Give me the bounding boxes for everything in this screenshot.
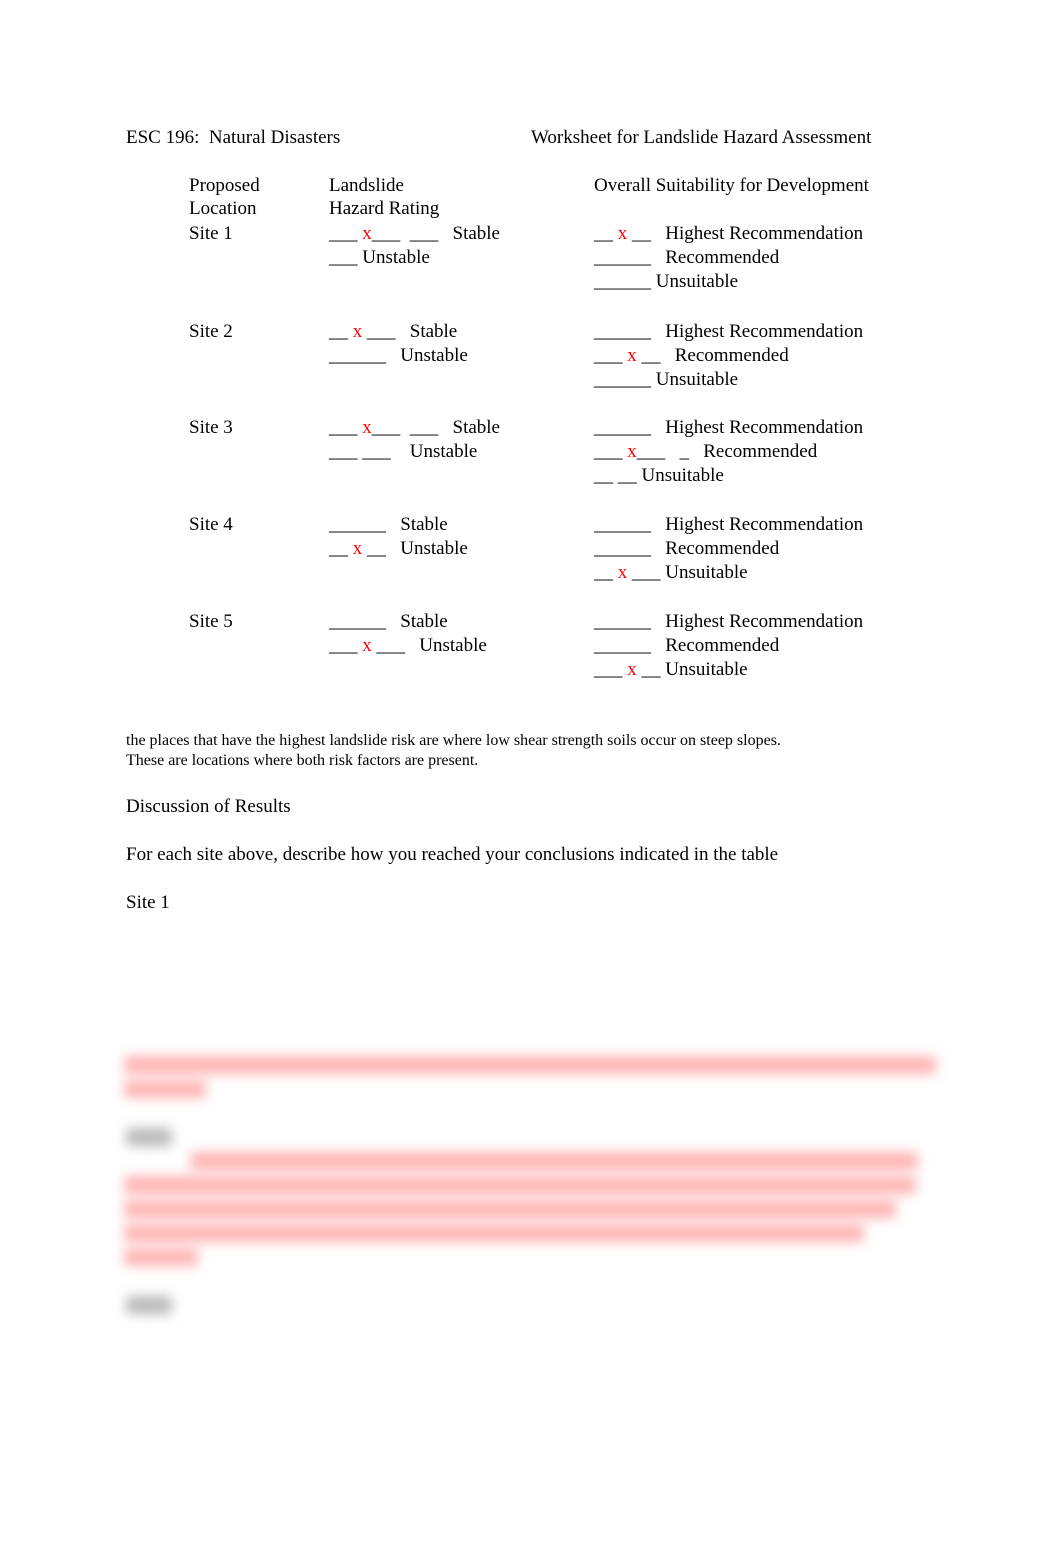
site-1-discussion-label: Site 1 bbox=[126, 892, 170, 913]
hazard-option: ___ x ___ Unstable bbox=[329, 634, 487, 658]
suitability-option: ______ Recommended bbox=[594, 634, 779, 658]
redacted-text-line bbox=[124, 1080, 206, 1098]
site-label: Site 4 bbox=[189, 514, 233, 535]
suitability-option: ___ x __ Recommended bbox=[594, 344, 789, 368]
selection-mark: x bbox=[617, 223, 628, 244]
selection-mark: x bbox=[362, 223, 372, 244]
hazard-option: ______ Stable bbox=[329, 513, 448, 537]
selection-mark: x bbox=[617, 562, 628, 583]
option-text: __ Recommended bbox=[636, 345, 789, 366]
selection-mark: x bbox=[627, 659, 637, 680]
suitability-option: ___ x___ _ Recommended bbox=[594, 440, 817, 464]
redacted-site-label bbox=[126, 1128, 172, 1146]
option-text: __ bbox=[594, 562, 618, 583]
option-text: __ bbox=[594, 223, 618, 244]
selection-mark: x bbox=[362, 417, 372, 438]
redacted-text-line bbox=[124, 1248, 198, 1266]
site-label: Site 3 bbox=[189, 417, 233, 438]
selection-mark: x bbox=[352, 321, 363, 342]
discussion-heading: Discussion of Results bbox=[126, 796, 291, 817]
col-header-location-2: Location bbox=[189, 198, 257, 219]
note-line-2: These are locations where both risk fact… bbox=[126, 752, 479, 769]
discussion-prompt: For each site above, describe how you re… bbox=[126, 844, 779, 865]
site-label: Site 5 bbox=[189, 611, 233, 632]
option-text: ______ Recommended bbox=[594, 635, 780, 656]
option-text: ______ Recommended bbox=[594, 247, 780, 268]
option-text: ______ Stable bbox=[329, 611, 448, 632]
option-text: ______ Highest Recommendation bbox=[594, 321, 864, 342]
option-text: ___ Unsuitable bbox=[627, 562, 748, 583]
suitability-option: __ x __ Highest Recommendation bbox=[594, 222, 863, 246]
option-text: ___ ___ Stable bbox=[371, 223, 500, 244]
option-text: ______ Unsuitable bbox=[594, 369, 739, 390]
hazard-option: ______ Stable bbox=[329, 610, 448, 634]
option-text: ___ bbox=[594, 345, 628, 366]
suitability-option: __ __ Unsuitable bbox=[594, 464, 724, 488]
option-text: ___ Unstable bbox=[329, 247, 430, 268]
suitability-option: ______ Recommended bbox=[594, 246, 779, 270]
redacted-text-line bbox=[124, 1056, 936, 1074]
option-text: __ __ Unsuitable bbox=[594, 465, 724, 486]
option-text: ___ bbox=[594, 441, 628, 462]
option-text: __ Unsuitable bbox=[636, 659, 748, 680]
option-text: ___ bbox=[329, 417, 363, 438]
option-text: __ Highest Recommendation bbox=[627, 223, 864, 244]
note-line-1: the places that have the highest landsli… bbox=[126, 732, 781, 749]
redacted-text-line bbox=[124, 1200, 896, 1218]
suitability-option: __ x ___ Unsuitable bbox=[594, 561, 748, 585]
col-header-location-1: Proposed bbox=[189, 175, 260, 196]
suitability-option: ______ Highest Recommendation bbox=[594, 320, 863, 344]
option-text: ___ ___ Unstable bbox=[329, 441, 478, 462]
col-header-hazard-1: Landslide bbox=[329, 175, 404, 196]
col-header-hazard-2: Hazard Rating bbox=[329, 198, 440, 219]
suitability-option: ______ Unsuitable bbox=[594, 270, 738, 294]
option-text: ______ Stable bbox=[329, 514, 448, 535]
option-text: ______ Highest Recommendation bbox=[594, 611, 864, 632]
option-text: ___ Unstable bbox=[371, 635, 487, 656]
worksheet-title: Worksheet for Landslide Hazard Assessmen… bbox=[531, 127, 872, 148]
hazard-option: ______ Unstable bbox=[329, 344, 468, 368]
selection-mark: x bbox=[352, 538, 363, 559]
suitability-option: ______ Unsuitable bbox=[594, 368, 738, 392]
option-text: ___ bbox=[329, 223, 363, 244]
hazard-option: __ x ___ Stable bbox=[329, 320, 457, 344]
suitability-option: ______ Highest Recommendation bbox=[594, 416, 863, 440]
suitability-option: ___ x __ Unsuitable bbox=[594, 658, 748, 682]
redacted-text-line bbox=[124, 1176, 916, 1194]
redacted-text-line bbox=[124, 1224, 864, 1242]
suitability-option: ______ Highest Recommendation bbox=[594, 610, 863, 634]
option-text: ______ Unstable bbox=[329, 345, 468, 366]
selection-mark: x bbox=[627, 441, 637, 462]
option-text: __ bbox=[329, 321, 353, 342]
site-label: Site 1 bbox=[189, 223, 233, 244]
option-text: __ bbox=[329, 538, 353, 559]
hazard-option: ___ x___ ___ Stable bbox=[329, 416, 500, 440]
course-title: ESC 196: Natural Disasters bbox=[126, 127, 341, 148]
option-text: ______ Unsuitable bbox=[594, 271, 739, 292]
option-text: ______ Highest Recommendation bbox=[594, 514, 864, 535]
suitability-option: ______ Highest Recommendation bbox=[594, 513, 863, 537]
site-label: Site 2 bbox=[189, 321, 233, 342]
selection-mark: x bbox=[362, 635, 372, 656]
redacted-site-label bbox=[126, 1296, 172, 1314]
option-text: ___ bbox=[329, 635, 363, 656]
redacted-text-line bbox=[190, 1152, 918, 1170]
hazard-option: ___ Unstable bbox=[329, 246, 430, 270]
option-text: ______ Recommended bbox=[594, 538, 780, 559]
col-header-suitability: Overall Suitability for Development bbox=[594, 175, 869, 196]
option-text: ___ ___ Stable bbox=[371, 417, 500, 438]
hazard-option: ___ ___ Unstable bbox=[329, 440, 477, 464]
option-text: __ Unstable bbox=[362, 538, 468, 559]
option-text: ___ bbox=[594, 659, 628, 680]
hazard-option: __ x __ Unstable bbox=[329, 537, 468, 561]
option-text: ___ _ Recommended bbox=[636, 441, 818, 462]
option-text: ___ Stable bbox=[362, 321, 458, 342]
hazard-option: ___ x___ ___ Stable bbox=[329, 222, 500, 246]
suitability-option: ______ Recommended bbox=[594, 537, 779, 561]
option-text: ______ Highest Recommendation bbox=[594, 417, 864, 438]
selection-mark: x bbox=[627, 345, 637, 366]
